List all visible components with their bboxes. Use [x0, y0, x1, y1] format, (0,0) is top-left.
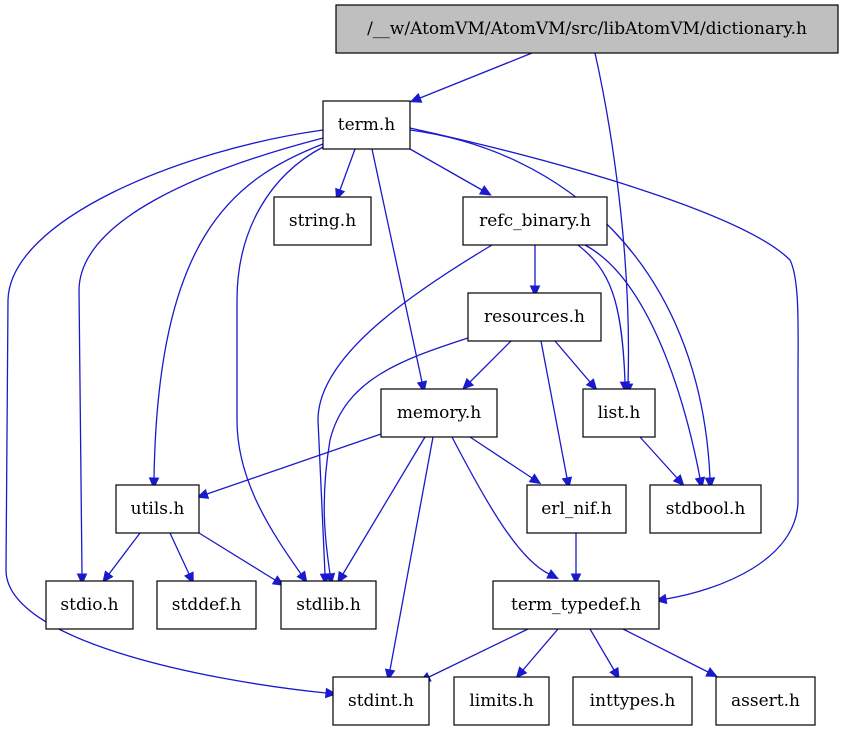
edge-resources-to-erl_nif [540, 340, 573, 490]
node-label: utils.h [131, 499, 185, 519]
edge-line [469, 436, 533, 479]
node-memory[interactable]: memory.h [380, 388, 498, 438]
node-erl-nif[interactable]: erl_nif.h [526, 484, 627, 534]
edge-line [198, 532, 276, 581]
edge-line [428, 628, 529, 678]
edge-line [153, 143, 324, 479]
arrowhead-icon [546, 569, 560, 580]
edge-line [589, 628, 615, 671]
edge-line [339, 148, 356, 191]
node-term-typedef[interactable]: term_typedef.h [492, 580, 660, 630]
edge-line [522, 628, 559, 671]
include-dependency-graph: /__w/AtomVM/AtomVM/src/libAtomVM/diction… [5, 4, 839, 726]
node-label: resources.h [484, 307, 585, 327]
edge-term_typedef-to-assert [622, 628, 719, 678]
edge-line [622, 628, 709, 673]
edge-term-to-utils [148, 143, 324, 490]
edge-dictionary-to-term [409, 52, 533, 103]
node-label: /__w/AtomVM/AtomVM/src/libAtomVM/diction… [367, 19, 807, 39]
arrowhead-icon [409, 92, 423, 103]
node-utils[interactable]: utils.h [115, 484, 200, 534]
edge-list-to-stdbool [639, 436, 685, 487]
edge-term_typedef-to-limits [515, 628, 559, 679]
node-label: assert.h [731, 691, 800, 711]
edge-line [323, 337, 469, 575]
node-label: stdio.h [60, 595, 118, 615]
arrowhead-icon [705, 667, 719, 678]
edge-memory-to-stdlib [337, 436, 426, 584]
edge-line [540, 340, 568, 479]
node-assert[interactable]: assert.h [715, 676, 816, 726]
node-stdlib[interactable]: stdlib.h [280, 580, 377, 630]
arrowhead-icon [478, 185, 492, 196]
edge-line [389, 436, 434, 671]
node-limits[interactable]: limits.h [453, 676, 550, 726]
arrowhead-icon [528, 473, 542, 485]
edge-line [639, 436, 678, 479]
edge-memory-to-stdint [384, 436, 434, 682]
node-stddef[interactable]: stddef.h [156, 580, 257, 630]
edge-term_typedef-to-stdint [418, 628, 529, 682]
node-refc-binary[interactable]: refc_binary.h [462, 196, 608, 246]
edge-line [554, 340, 591, 383]
edge-refc_binary-to-stdbool [584, 244, 706, 490]
node-label: refc_binary.h [479, 211, 591, 231]
node-label: inttypes.h [590, 691, 676, 711]
node-string[interactable]: string.h [273, 196, 372, 246]
edge-line [584, 244, 701, 479]
node-list[interactable]: list.h [582, 388, 656, 438]
node-term[interactable]: term.h [322, 100, 411, 150]
edge-term-to-string [335, 148, 356, 201]
edge-resources-to-stdlib [323, 337, 469, 586]
node-stdint[interactable]: stdint.h [332, 676, 430, 726]
edge-utils-to-stddef [169, 532, 194, 585]
node-stdbool[interactable]: stdbool.h [649, 484, 762, 534]
node-label: stddef.h [172, 595, 241, 615]
edge-line [206, 433, 382, 495]
edge-line [469, 340, 512, 383]
node-label: stdint.h [348, 691, 414, 711]
edge-refc_binary-to-resources [529, 245, 541, 298]
edge-memory-to-erl_nif [469, 436, 542, 485]
arrowhead-icon [102, 570, 114, 583]
node-stdio[interactable]: stdio.h [45, 580, 134, 630]
edge-line [371, 148, 423, 383]
edge-line [108, 532, 141, 575]
edge-line [169, 532, 190, 575]
node-label: stdbool.h [666, 499, 746, 519]
node-label: list.h [598, 403, 641, 423]
edge-erl_nif-to-term_typedef [570, 533, 582, 586]
edge-resources-to-memory [462, 340, 512, 390]
edge-resources-to-list [554, 340, 598, 391]
edge-line [419, 52, 533, 99]
edge-utils-to-stdio [102, 532, 141, 583]
node-label: memory.h [397, 403, 481, 423]
edge-term-to-refc_binary [409, 148, 492, 196]
edge-utils-to-stdlib [198, 532, 285, 586]
node-resources[interactable]: resources.h [467, 292, 602, 342]
node-label: string.h [289, 211, 356, 231]
node-label: erl_nif.h [541, 499, 612, 519]
node-label: term_typedef.h [511, 595, 641, 615]
node-inttypes[interactable]: inttypes.h [572, 676, 693, 726]
edge-memory-to-utils [196, 433, 382, 499]
node-label: limits.h [469, 691, 533, 711]
node-label: stdlib.h [296, 595, 361, 615]
node-label: term.h [338, 115, 396, 135]
edge-line [409, 148, 483, 191]
edge-line [342, 436, 426, 575]
node-dictionary[interactable]: /__w/AtomVM/AtomVM/src/libAtomVM/diction… [335, 4, 839, 54]
edge-term_typedef-to-inttypes [589, 628, 620, 680]
